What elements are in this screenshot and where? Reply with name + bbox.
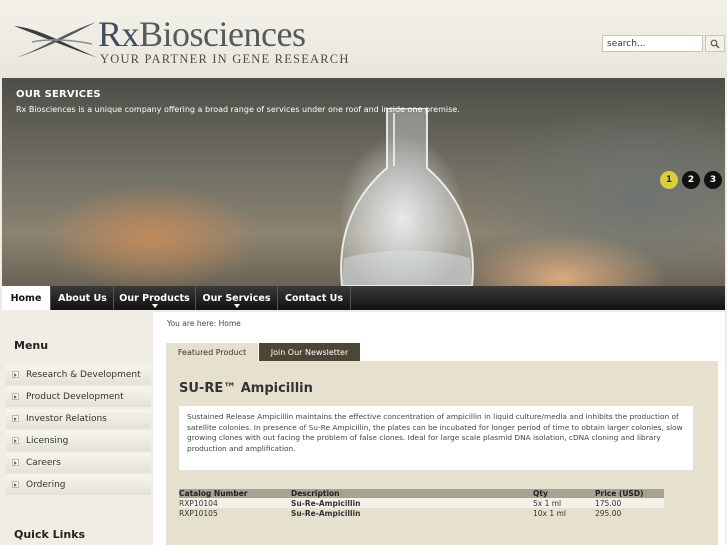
sidebar-item-label: Licensing <box>26 436 69 446</box>
slide-dot-1[interactable]: 1 <box>660 171 678 189</box>
breadcrumb: You are here: Home <box>167 319 241 328</box>
nav-our-services-label: Our Services <box>202 292 271 304</box>
catalog-number: RXP10105 <box>179 508 218 518</box>
sidebar-item-label: Ordering <box>26 480 66 490</box>
product-title: SU-RE™ Ampicillin <box>179 381 313 396</box>
sidebar-item-label: Careers <box>26 458 61 468</box>
slide-dot-3[interactable]: 3 <box>704 171 722 189</box>
quantity: 10x 1 ml <box>533 508 566 518</box>
sidebar-item-careers[interactable]: Careers <box>6 453 151 473</box>
site-header: RxBiosciences YOUR PARTNER IN GENE RESEA… <box>0 0 727 78</box>
logo-tagline: YOUR PARTNER IN GENE RESEARCH <box>100 52 350 66</box>
product-table: Catalog Number Description Qty Price (US… <box>179 489 664 518</box>
table-row: RXP10104 Su-Re-Ampicillin 5x 1 ml 175.00 <box>179 498 664 508</box>
product-name: Su-Re-Ampicillin <box>291 508 361 518</box>
sidebar-item-label: Product Development <box>26 392 124 402</box>
featured-product-panel: SU-RE™ Ampicillin Sustained Release Ampi… <box>166 361 718 545</box>
logo-wordmark: RxBiosciences <box>98 14 306 54</box>
product-name: Su-Re-Ampicillin <box>291 498 533 508</box>
nav-our-services[interactable]: Our Services <box>196 286 278 310</box>
arrow-bullet-icon <box>12 415 19 422</box>
arrow-bullet-icon <box>12 481 19 488</box>
quantity: 5x 1 ml <box>533 498 595 508</box>
column-header-price: Price (USD) <box>595 489 664 498</box>
sidebar-item-licensing[interactable]: Licensing <box>6 431 151 451</box>
nav-about-us[interactable]: About Us <box>52 286 114 310</box>
search-icon <box>710 39 720 48</box>
table-row: RXP10105 Su-Re-Ampicillin 10x 1 ml 295.0… <box>179 508 664 518</box>
arrow-bullet-icon <box>12 371 19 378</box>
catalog-number: RXP10104 <box>179 498 291 508</box>
column-header-qty: Qty <box>533 489 595 498</box>
tab-featured-product[interactable]: Featured Product <box>166 343 258 361</box>
nav-contact-us[interactable]: Contact Us <box>278 286 351 310</box>
arrow-bullet-icon <box>12 459 19 466</box>
sidebar-item-product-development[interactable]: Product Development <box>6 387 151 407</box>
nav-our-products[interactable]: Our Products <box>114 286 196 310</box>
tab-join-newsletter[interactable]: Join Our Newsletter <box>259 343 360 361</box>
sidebar-item-investor-relations[interactable]: Investor Relations <box>6 409 151 429</box>
quick-links-title: Quick Links <box>14 528 86 541</box>
flask-image <box>340 108 474 286</box>
chevron-down-icon <box>233 304 240 308</box>
nav-home[interactable]: Home <box>2 286 51 310</box>
search-button[interactable] <box>705 35 725 52</box>
chevron-down-icon <box>151 304 158 308</box>
site-logo[interactable]: RxBiosciences YOUR PARTNER IN GENE RESEA… <box>12 14 348 66</box>
sidebar-item-research-development[interactable]: Research & Development <box>6 365 151 385</box>
main-nav: Home About Us Our Products Our Services … <box>2 286 725 310</box>
banner-title: OUR SERVICES <box>16 89 101 100</box>
price: 175.00 <box>595 498 664 508</box>
hero-banner: OUR SERVICES Rx Biosciences is a unique … <box>2 78 725 286</box>
sidebar-item-ordering[interactable]: Ordering <box>6 475 151 495</box>
sidebar-item-label: Investor Relations <box>26 414 107 424</box>
search-input[interactable] <box>602 35 703 52</box>
arrow-bullet-icon <box>12 437 19 444</box>
column-header-description: Description <box>291 489 533 498</box>
logo-x-mark-icon <box>14 22 98 58</box>
table-header-row: Catalog Number Description Qty Price (US… <box>179 489 664 498</box>
sidebar-menu-title: Menu <box>14 339 49 352</box>
product-description: Sustained Release Ampicillin maintains t… <box>179 406 693 470</box>
main-content: You are here: Home Featured Product Join… <box>153 312 725 545</box>
nav-our-products-label: Our Products <box>119 292 190 304</box>
column-header-catalog: Catalog Number <box>179 489 291 498</box>
sidebar-item-label: Research & Development <box>26 370 141 380</box>
banner-text: Rx Biosciences is a unique company offer… <box>16 105 460 114</box>
price: 295.00 <box>595 508 622 518</box>
sidebar: Menu Research & Development Product Deve… <box>2 312 151 545</box>
arrow-bullet-icon <box>12 393 19 400</box>
slide-dot-2[interactable]: 2 <box>682 171 700 189</box>
